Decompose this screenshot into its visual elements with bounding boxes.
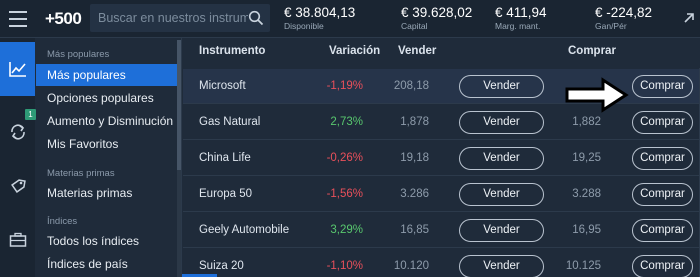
change-value: -0,26% bbox=[326, 152, 363, 164]
notification-badge: 1 bbox=[25, 109, 36, 120]
buy-button[interactable]: Comprar bbox=[632, 147, 693, 170]
sell-button[interactable]: Vender bbox=[459, 111, 544, 134]
metric-margin: € 411,94 Marg. mant. bbox=[495, 5, 547, 31]
table-row[interactable]: Geely Automobile 3,29% 16,85 Vender 16,9… bbox=[183, 213, 700, 248]
metric-value: € 411,94 bbox=[495, 5, 547, 20]
brand-logo: +500 bbox=[45, 9, 82, 28]
sidebar-item-mis-favoritos[interactable]: Mis Favoritos bbox=[36, 133, 178, 155]
section-title: Materias primas bbox=[47, 168, 115, 179]
sidebar-item-materias-primas[interactable]: Materias primas bbox=[36, 182, 178, 204]
metric-value: € 38.804,13 bbox=[284, 5, 356, 20]
column-header-buy[interactable]: Comprar bbox=[568, 45, 616, 57]
table-row[interactable]: China Life -0,26% 19,18 Vender 19,25 Com… bbox=[183, 141, 700, 176]
sell-button[interactable]: Vender bbox=[459, 255, 544, 277]
instrument-name[interactable]: Suiza 20 bbox=[199, 260, 244, 272]
expand-arrow-icon[interactable] bbox=[682, 11, 696, 25]
sell-price: 16,85 bbox=[400, 224, 429, 236]
metric-value: € -224,82 bbox=[595, 5, 653, 20]
sell-button[interactable]: Vender bbox=[459, 183, 544, 206]
chart-icon bbox=[8, 62, 26, 77]
change-value: -1,19% bbox=[326, 80, 363, 92]
sidebar-item-opciones-populares[interactable]: Opciones populares bbox=[36, 87, 178, 109]
sell-price: 19,18 bbox=[400, 152, 429, 164]
buy-button[interactable]: Comprar bbox=[632, 255, 693, 277]
instrument-name[interactable]: Microsoft bbox=[199, 80, 246, 92]
sidebar-item-todos-indices[interactable]: Todos los índices bbox=[36, 230, 178, 252]
change-value: -1,56% bbox=[326, 188, 363, 200]
table-header: Instrumento Variación Vender Comprar bbox=[183, 38, 700, 68]
menu-icon[interactable] bbox=[0, 0, 36, 38]
sell-button[interactable]: Vender bbox=[459, 219, 544, 242]
metric-profit-loss: € -224,82 Gan/Pér bbox=[595, 5, 652, 31]
section-title: Índices bbox=[47, 216, 78, 227]
instrument-name[interactable]: Gas Natural bbox=[199, 116, 260, 128]
buy-button[interactable]: Comprar bbox=[632, 219, 693, 242]
sell-button[interactable]: Vender bbox=[459, 147, 544, 170]
metric-value: € 39.628,02 bbox=[401, 5, 473, 20]
instrument-name[interactable]: Europa 50 bbox=[199, 188, 252, 200]
change-value: -1,10% bbox=[326, 260, 363, 272]
section-title: Más populares bbox=[47, 49, 110, 60]
column-header-sell[interactable]: Vender bbox=[398, 45, 436, 57]
metric-label: Marg. mant. bbox=[495, 21, 541, 31]
metric-label: Gan/Pér bbox=[595, 21, 627, 31]
column-header-change[interactable]: Variación bbox=[329, 45, 380, 57]
icon-rail: 1 bbox=[0, 38, 36, 277]
metric-capital: € 39.628,02 Capital bbox=[401, 5, 472, 31]
buy-button[interactable]: Comprar bbox=[632, 75, 693, 98]
buy-price: 19,25 bbox=[572, 152, 601, 164]
rail-item-orders[interactable] bbox=[0, 166, 35, 206]
search-icon[interactable] bbox=[248, 10, 264, 26]
sidebar-scrollbar-thumb[interactable] bbox=[177, 40, 181, 170]
metric-label: Disponible bbox=[284, 21, 324, 31]
buy-button[interactable]: Comprar bbox=[632, 183, 693, 206]
buy-price: 1,882 bbox=[572, 116, 601, 128]
sidebar-item-mas-populares[interactable]: Más populares bbox=[36, 64, 178, 86]
metric-available: € 38.804,13 Disponible bbox=[284, 5, 355, 31]
instrument-name[interactable]: Geely Automobile bbox=[199, 224, 289, 236]
search-input[interactable] bbox=[98, 9, 248, 27]
buy-button[interactable]: Comprar bbox=[632, 111, 693, 134]
buy-price: 10.125 bbox=[565, 260, 601, 272]
metric-label: Capital bbox=[401, 21, 428, 31]
sell-button[interactable]: Vender bbox=[459, 75, 544, 98]
briefcase-icon bbox=[9, 232, 26, 247]
category-sidebar: Más populares Más populares Opciones pop… bbox=[36, 38, 182, 277]
pointer-arrow-icon bbox=[565, 77, 629, 113]
rail-item-markets[interactable] bbox=[0, 42, 35, 96]
buy-price: 16,95 bbox=[572, 224, 601, 236]
tag-icon bbox=[10, 179, 26, 193]
top-bar: +500 € 38.804,13 Disponible € 39.628,02 … bbox=[0, 0, 700, 38]
sidebar-item-aumento-disminucion[interactable]: Aumento y Disminución bbox=[36, 110, 178, 132]
sidebar-item-indices-pais[interactable]: Índices de país bbox=[36, 253, 178, 275]
refresh-icon bbox=[10, 124, 25, 140]
sell-price: 3.286 bbox=[400, 188, 429, 200]
table-row[interactable]: Suiza 20 -1,10% 10.120 Vender 10.125 Com… bbox=[183, 249, 700, 277]
sell-price: 208,18 bbox=[393, 80, 429, 92]
instrument-name[interactable]: China Life bbox=[199, 152, 251, 164]
sell-price: 1,878 bbox=[400, 116, 429, 128]
column-header-instrument[interactable]: Instrumento bbox=[199, 45, 265, 57]
rail-item-portfolio[interactable] bbox=[0, 220, 35, 260]
change-value: 2,73% bbox=[330, 116, 363, 128]
instruments-table: Instrumento Variación Vender Comprar Mic… bbox=[183, 38, 700, 277]
sell-price: 10.120 bbox=[393, 260, 429, 272]
table-row[interactable]: Europa 50 -1,56% 3.286 Vender 3.288 Comp… bbox=[183, 177, 700, 212]
search-box[interactable] bbox=[90, 4, 270, 32]
buy-price: 3.288 bbox=[572, 188, 601, 200]
change-value: 3,29% bbox=[330, 224, 363, 236]
